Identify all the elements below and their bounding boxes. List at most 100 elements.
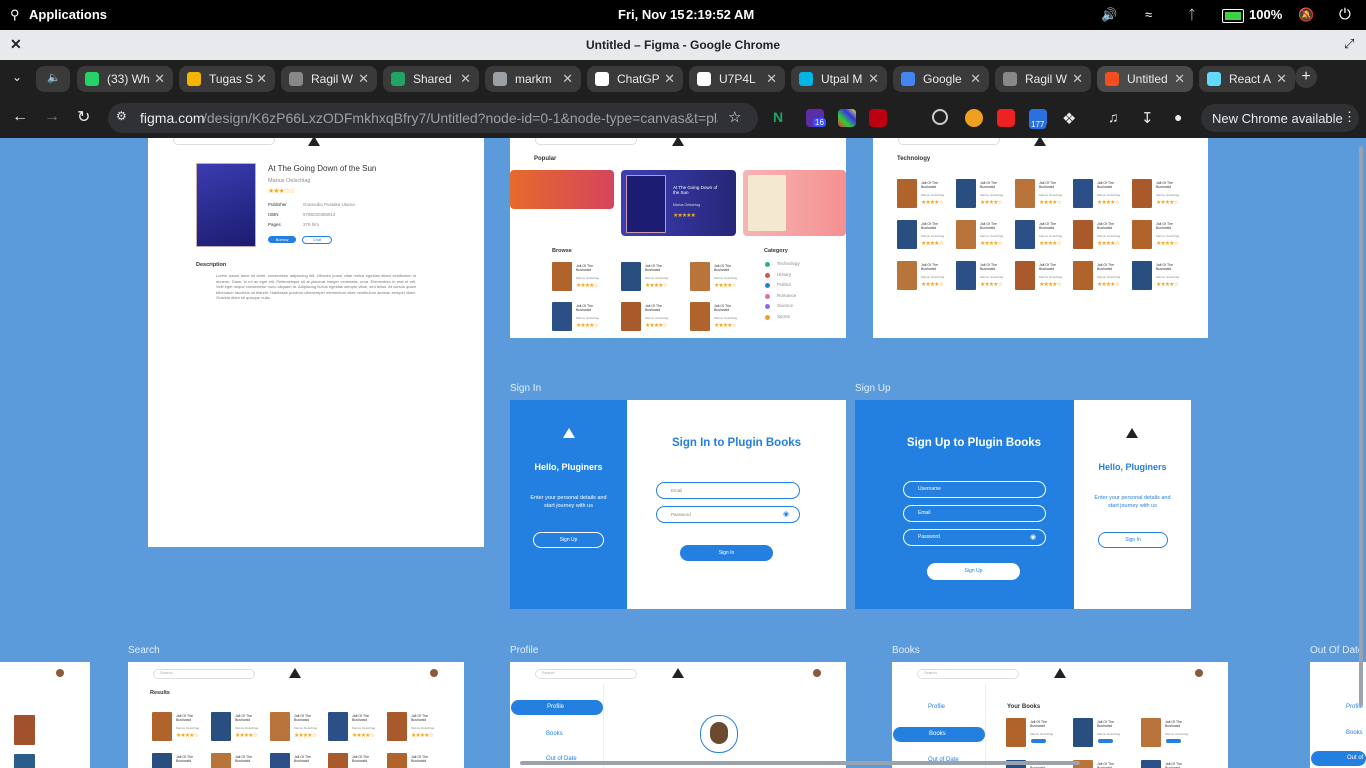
power-icon[interactable]: ⏻	[1339, 0, 1351, 30]
popular-card-2[interactable]: At The Going Down of the Sun Marius Oels…	[621, 170, 736, 236]
browser-tab[interactable]: U7P4L ✕	[689, 66, 785, 92]
extension-owl-icon[interactable]	[965, 109, 983, 127]
nav-profile[interactable]: Profile	[928, 704, 945, 710]
browser-tab[interactable]: Tugas S ✕	[179, 66, 275, 92]
book-cover[interactable]	[1132, 179, 1152, 208]
book-cover[interactable]	[1006, 718, 1026, 747]
browser-tab[interactable]: Untitled ✕	[1097, 66, 1193, 92]
return-button[interactable]	[1098, 739, 1113, 743]
book-cover[interactable]	[387, 712, 407, 741]
browser-tab[interactable]: (33) Wh ✕	[77, 66, 173, 92]
avatar[interactable]	[430, 669, 438, 677]
restore-window-icon[interactable]: ⤢	[1344, 36, 1354, 52]
return-button[interactable]	[1031, 739, 1046, 743]
applications-menu[interactable]: Applications	[29, 0, 107, 30]
book-cover[interactable]	[690, 302, 710, 331]
tab-search-icon[interactable]: ⌄	[12, 70, 22, 84]
eye-icon[interactable]: ◉	[1030, 530, 1036, 545]
book-cover[interactable]	[552, 262, 572, 291]
tab-close-icon[interactable]: ✕	[970, 66, 981, 92]
notifications-off-icon[interactable]: 🔕	[1298, 0, 1314, 30]
signup-side-signin-button[interactable]: Sign In	[1098, 532, 1168, 548]
browser-tab[interactable]: Utpal M ✕	[791, 66, 887, 92]
chat-button[interactable]: Chat	[302, 236, 332, 244]
signup-password-input[interactable]: Password ◉	[903, 529, 1046, 546]
search-icon[interactable]: ⚲	[10, 0, 20, 30]
browser-tab[interactable]: Google ✕	[893, 66, 989, 92]
omnibox[interactable]: ⚙ figma.com /design/K6zP66LxzODFmkhxqBfr…	[108, 103, 758, 133]
book-cover[interactable]	[690, 262, 710, 291]
tab-close-icon[interactable]: ✕	[1174, 66, 1185, 92]
download-icon[interactable]: ↧	[1141, 109, 1159, 127]
browser-tab[interactable]: Ragil W ✕	[281, 66, 377, 92]
vertical-scrollbar[interactable]	[1359, 146, 1363, 706]
partial-left-frame[interactable]	[0, 662, 90, 768]
book-cover[interactable]	[621, 302, 641, 331]
tab-close-icon[interactable]: ✕	[766, 66, 777, 92]
tab-close-icon[interactable]: ✕	[1276, 66, 1287, 92]
tab-close-icon[interactable]: ✕	[868, 66, 879, 92]
book-cover[interactable]	[1132, 261, 1152, 290]
book-cover[interactable]	[270, 753, 290, 768]
tab-close-icon[interactable]: ✕	[1072, 66, 1083, 92]
category-item[interactable]: Politics	[777, 282, 791, 287]
avatar[interactable]	[813, 669, 821, 677]
category-item[interactable]: Sports	[777, 314, 790, 319]
profile-frame[interactable]: Search Profile Books Out of Date	[510, 662, 846, 768]
browser-tab[interactable]: Shared ✕	[383, 66, 479, 92]
horizontal-scrollbar[interactable]	[520, 761, 1080, 765]
book-cover[interactable]	[956, 179, 976, 208]
borrow-button[interactable]: Borrow	[268, 236, 296, 243]
book-cover[interactable]	[956, 220, 976, 249]
detail-search-field[interactable]	[173, 138, 275, 145]
extension-video-icon[interactable]	[997, 109, 1015, 127]
book-cover[interactable]	[1132, 220, 1152, 249]
extension-record-icon[interactable]	[932, 109, 948, 125]
wifi-icon[interactable]: ≈	[1145, 0, 1152, 30]
avatar[interactable]	[1195, 669, 1203, 677]
extension-red-icon[interactable]	[869, 109, 887, 127]
signin-submit-button[interactable]: Sign In	[680, 545, 773, 561]
book-cover[interactable]	[1015, 220, 1035, 249]
book-detail-frame[interactable]: At The Going Down of the Sun Marius Oels…	[148, 138, 484, 547]
new-chrome-available-button[interactable]: New Chrome available ⋮	[1201, 104, 1359, 132]
bookmark-star-icon[interactable]: ☆	[728, 108, 741, 126]
nav-books[interactable]: Books	[546, 731, 563, 737]
audio-tab[interactable]: 🔈	[36, 66, 70, 92]
book-cover[interactable]	[270, 712, 290, 741]
reload-icon[interactable]: ↻	[77, 107, 90, 127]
book-cover[interactable]	[211, 753, 231, 768]
book-cover[interactable]	[621, 262, 641, 291]
book-cover[interactable]	[1073, 220, 1093, 249]
books-search-field[interactable]: Search	[917, 669, 1019, 679]
signup-submit-button[interactable]: Sign Up	[927, 563, 1020, 580]
book-cover[interactable]	[956, 261, 976, 290]
browser-tab[interactable]: React A ✕	[1199, 66, 1295, 92]
book-cover[interactable]	[1073, 261, 1093, 290]
home-search-field[interactable]	[535, 138, 637, 145]
book-cover[interactable]	[897, 179, 917, 208]
profile-search-field[interactable]: Search	[535, 669, 637, 679]
book-cover[interactable]	[211, 712, 231, 741]
book-cover[interactable]	[1141, 718, 1161, 747]
signup-email-input[interactable]: Email	[903, 505, 1046, 522]
category-item[interactable]: Technology	[777, 261, 800, 266]
book-cover[interactable]	[897, 261, 917, 290]
tab-close-icon[interactable]: ✕	[154, 66, 165, 92]
popular-card-3[interactable]	[743, 170, 846, 236]
new-tab-button[interactable]: +	[1295, 66, 1317, 88]
signup-frame[interactable]: Sign Up to Plugin Books Username Email P…	[855, 400, 1191, 609]
site-info-icon[interactable]: ⚙	[116, 109, 127, 123]
tab-close-icon[interactable]: ✕	[562, 66, 573, 92]
book-cover[interactable]	[1073, 718, 1093, 747]
popular-card-1[interactable]	[510, 170, 614, 209]
browser-tab[interactable]: Ragil W ✕	[995, 66, 1091, 92]
books-frame[interactable]: Search Profile Books Out of Date Your Bo…	[892, 662, 1228, 768]
volume-icon[interactable]: 🔊	[1101, 0, 1117, 30]
menu-dots-icon[interactable]: ⋮	[1343, 109, 1356, 125]
tab-close-icon[interactable]: ✕	[664, 66, 675, 92]
extension-n-icon[interactable]: N	[773, 109, 791, 127]
book-cover[interactable]	[1015, 179, 1035, 208]
technology-frame[interactable]: Technology Jalt Of The Bushwald Marius Oe…	[873, 138, 1208, 338]
return-button[interactable]	[1166, 739, 1181, 743]
